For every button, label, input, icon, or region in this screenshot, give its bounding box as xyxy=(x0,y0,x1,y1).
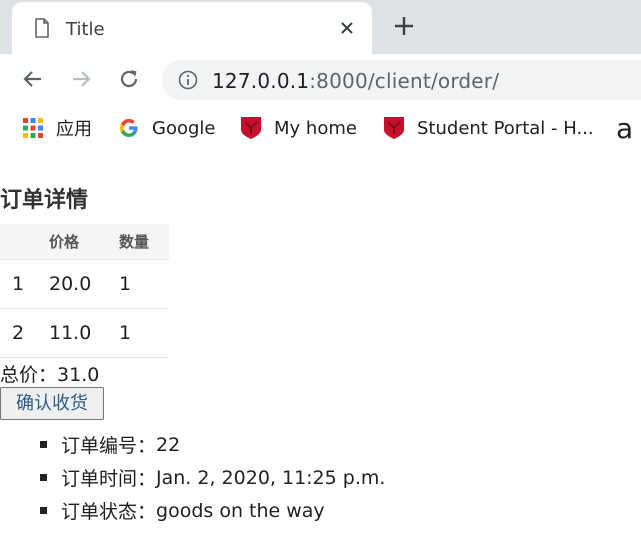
column-header-price: 价格 xyxy=(36,224,106,259)
url-path: :8000/client/order/ xyxy=(309,69,500,93)
bookmark-label: Student Portal - H... xyxy=(417,117,594,139)
bookmark-student-portal[interactable]: Student Portal - H... xyxy=(383,116,594,140)
order-info-list: 订单编号： 22 订单时间： Jan. 2, 2020, 11:25 p.m. 订单… xyxy=(40,428,385,527)
reload-icon[interactable] xyxy=(117,67,141,91)
bookmarks-overflow[interactable]: a xyxy=(616,112,633,145)
url-text: 127.0.0.1:8000/client/order/ xyxy=(212,69,499,93)
new-tab-icon[interactable] xyxy=(393,15,415,37)
bookmark-label: 应用 xyxy=(56,119,92,140)
bookmark-my-home[interactable]: My home xyxy=(240,116,357,140)
row-index: 2 xyxy=(0,307,36,358)
table-row: 2 11.0 1 xyxy=(0,307,169,358)
detail-value: goods on the way xyxy=(156,499,325,522)
total-label: 总价： xyxy=(0,364,58,386)
shield-icon xyxy=(241,117,261,139)
column-header-index xyxy=(0,224,36,259)
row-quantity: 1 xyxy=(106,307,169,358)
row-price: 20.0 xyxy=(36,258,106,308)
list-item: 订单时间： Jan. 2, 2020, 11:25 p.m. xyxy=(40,461,385,494)
bullet-icon xyxy=(40,474,47,481)
bookmark-label: Google xyxy=(152,117,216,139)
tab-strip: Title xyxy=(0,0,641,54)
row-index: 1 xyxy=(0,258,36,308)
row-price: 11.0 xyxy=(36,307,106,358)
confirm-receipt-button[interactable]: 确认收货 xyxy=(0,387,104,420)
detail-value: Jan. 2, 2020, 11:25 p.m. xyxy=(156,466,386,489)
address-bar[interactable]: 127.0.0.1:8000/client/order/ xyxy=(162,60,641,100)
google-icon xyxy=(120,119,138,137)
list-item: 订单编号： 22 xyxy=(40,428,385,461)
bookmarks-bar: 应用 Google My home Student Portal - H... … xyxy=(0,106,641,152)
bullet-icon xyxy=(40,441,47,448)
tab-title: Title xyxy=(66,19,105,40)
detail-value: 22 xyxy=(156,433,181,456)
detail-label: 订单编号： xyxy=(61,435,157,457)
detail-label: 订单状态： xyxy=(61,501,157,523)
info-icon[interactable] xyxy=(178,70,198,90)
table-row: 1 20.0 1 xyxy=(0,258,169,308)
page-content: 订单详情 价格 数量 1 20.0 1 2 11.0 1 总价：31.0 确认收… xyxy=(0,152,641,550)
document-icon xyxy=(35,18,49,38)
browser-toolbar: 127.0.0.1:8000/client/order/ xyxy=(0,54,641,106)
url-host: 127.0.0.1 xyxy=(212,69,310,93)
page-title: 订单详情 xyxy=(0,188,89,213)
table-header-row: 价格 数量 xyxy=(0,224,169,259)
forward-arrow-icon[interactable] xyxy=(69,67,93,91)
apps-grid-icon xyxy=(23,118,43,138)
shield-icon xyxy=(384,117,404,139)
order-items-table: 价格 数量 1 20.0 1 2 11.0 1 xyxy=(0,224,169,358)
browser-tab[interactable]: Title xyxy=(12,2,372,54)
bookmark-label: My home xyxy=(274,117,357,139)
close-icon[interactable] xyxy=(338,19,356,37)
detail-label: 订单时间： xyxy=(61,468,157,490)
order-total: 总价：31.0 xyxy=(0,360,99,387)
bullet-icon xyxy=(40,507,47,514)
back-arrow-icon[interactable] xyxy=(21,67,45,91)
bookmark-apps[interactable]: 应用 xyxy=(22,116,92,140)
bookmark-google[interactable]: Google xyxy=(118,116,215,140)
total-value: 31.0 xyxy=(57,364,100,386)
row-quantity: 1 xyxy=(106,258,169,308)
column-header-quantity: 数量 xyxy=(106,224,169,259)
list-item: 订单状态： goods on the way xyxy=(40,494,385,527)
